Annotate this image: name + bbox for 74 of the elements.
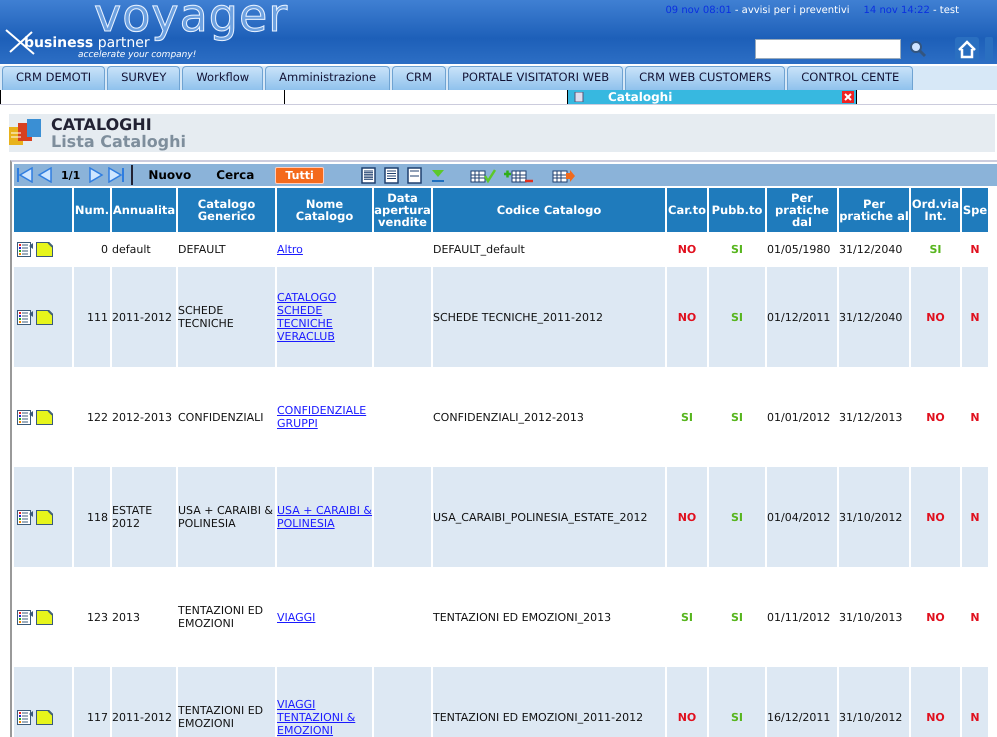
status-text: SI — [730, 310, 743, 324]
column-header[interactable]: Nome Catalogo — [277, 186, 372, 232]
column-header[interactable]: Codice Catalogo — [433, 186, 665, 232]
column-header[interactable]: Data apertura vendite — [374, 186, 431, 232]
table-cell: TENTAZIONI ED EMOZIONI_2011-2012 — [433, 667, 665, 737]
status-text: NO — [678, 510, 696, 524]
menu-tab[interactable]: CONTROL CENTE — [787, 66, 914, 90]
status-text: SI — [730, 610, 743, 624]
status-text: NO — [926, 710, 945, 724]
menu-tab[interactable]: CRM WEB CUSTOMERS — [625, 66, 786, 90]
column-header[interactable]: Car.to — [667, 186, 707, 232]
column-header[interactable]: Pubb.to — [709, 186, 765, 232]
column-header[interactable]: Catalogo Generico — [178, 186, 275, 232]
table-cell: TENTAZIONI ED EMOZIONI — [178, 667, 275, 737]
table-cell: SCHEDE TECNICHE_2011-2012 — [433, 267, 665, 367]
status-text: SI — [730, 410, 743, 424]
status-text: N — [970, 610, 980, 624]
table-cell: 16/12/2011 — [767, 667, 837, 737]
table-cell: 31/10/2012 — [839, 667, 909, 737]
menu-tab[interactable]: Amministrazione — [265, 66, 390, 90]
column-header[interactable]: Per pratiche dal — [767, 186, 837, 232]
table-cell: 31/10/2012 — [839, 467, 909, 567]
status-text: NO — [678, 243, 696, 256]
tagline: accelerate your company! — [78, 50, 196, 60]
table-cell: 111 — [74, 267, 110, 367]
table-cell: 2011-2012 — [112, 667, 176, 737]
status-text: SI — [680, 610, 693, 624]
table-cell: 01/04/2012 — [767, 467, 837, 567]
column-header[interactable]: Per pratiche al — [839, 186, 909, 232]
column-header[interactable]: Annualita — [112, 186, 176, 232]
table-cell: ESTATE 2012 — [112, 467, 176, 567]
search-button[interactable]: Cerca — [208, 168, 254, 182]
status-text: N — [970, 310, 980, 324]
menu-tab[interactable]: CRM — [392, 66, 446, 90]
status-text: NO — [926, 310, 945, 324]
menu-tab[interactable]: Workflow — [182, 66, 264, 90]
status-text: N — [970, 710, 980, 724]
table-cell: 2011-2012 — [112, 267, 176, 367]
table-cell: 31/12/2040 — [839, 267, 909, 367]
window-tab-title: Cataloghi — [608, 90, 672, 104]
menu-tab[interactable]: SURVEY — [107, 66, 180, 90]
status-text: SI — [730, 710, 743, 724]
status-text: N — [970, 410, 980, 424]
status-text: SI — [730, 510, 743, 524]
table-cell: 118 — [74, 467, 110, 567]
status-text: NO — [926, 410, 945, 424]
column-header[interactable]: Num. — [74, 186, 110, 232]
table-cell: 01/12/2011 — [767, 267, 837, 367]
page-subtitle: Lista Cataloghi — [51, 133, 186, 150]
status-text: SI — [730, 243, 743, 256]
table-cell: USA_CARAIBI_POLINESIA_ESTATE_2012 — [433, 467, 665, 567]
status-text: NO — [678, 710, 696, 724]
status-text: SI — [680, 410, 693, 424]
page-counter: 1/1 — [61, 168, 80, 182]
catalog-link[interactable]: CONFIDENZIALE GRUPPI — [277, 404, 372, 430]
notice-link[interactable]: 09 nov 08:01 - avvisi per i preventivi — [665, 5, 850, 16]
status-text: N — [970, 510, 980, 524]
status-text: NO — [926, 510, 945, 524]
catalog-link[interactable]: Altro — [277, 243, 303, 256]
new-button[interactable]: Nuovo — [140, 168, 192, 182]
table-cell: SCHEDE TECNICHE — [178, 267, 275, 367]
column-header[interactable]: Spe — [962, 186, 988, 232]
table-cell: 117 — [74, 667, 110, 737]
status-text: SI — [929, 243, 942, 256]
column-header[interactable]: Ord.via Int. — [911, 186, 960, 232]
status-text: NO — [678, 310, 696, 324]
menu-tab[interactable]: CRM DEMOTI — [2, 66, 106, 90]
status-text: N — [970, 243, 980, 256]
status-text: NO — [926, 610, 945, 624]
catalog-link[interactable]: VIAGGI — [277, 610, 316, 624]
notice-link[interactable]: 14 nov 14:22 - test — [864, 5, 959, 16]
table-cell: USA + CARAIBI & POLINESIA — [178, 467, 275, 567]
page-title: CATALOGHI — [51, 116, 153, 133]
menu-tab[interactable]: PORTALE VISITATORI WEB — [448, 66, 624, 90]
